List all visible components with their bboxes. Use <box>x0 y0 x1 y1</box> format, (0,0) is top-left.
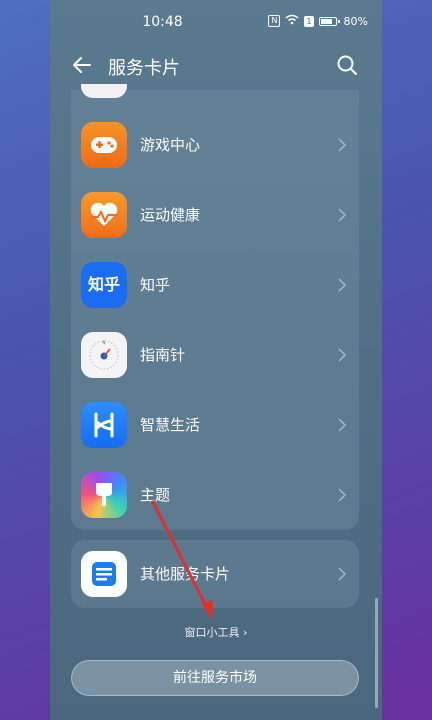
list-item-compass[interactable]: N 指南针 <box>71 320 359 390</box>
list-item-label: 知乎 <box>140 276 171 294</box>
list-item-label: 其他服务卡片 <box>140 565 231 583</box>
chevron-right-icon <box>338 278 347 292</box>
theme-brush-icon <box>81 472 127 518</box>
document-card-icon <box>81 551 127 597</box>
sim-icon: 1 <box>304 15 314 27</box>
search-icon[interactable] <box>336 54 358 76</box>
phone-screen: 10:48 N 1 80% 服务卡片 游戏中心 运动健康 知乎 知乎 N 指南针… <box>50 0 382 720</box>
service-card-list: 游戏中心 运动健康 知乎 知乎 N 指南针 智慧生活 主题 <box>71 84 359 530</box>
chevron-right-icon <box>338 567 347 581</box>
list-item-health[interactable]: 运动健康 <box>71 180 359 250</box>
list-item-game-center[interactable]: 游戏中心 <box>71 110 359 180</box>
other-service-cards-card: 其他服务卡片 <box>71 540 359 608</box>
list-item-label: 游戏中心 <box>140 136 201 154</box>
game-controller-icon <box>81 122 127 168</box>
zhihu-logo-icon: 知乎 <box>81 262 127 308</box>
heart-health-icon <box>81 192 127 238</box>
smart-life-icon <box>81 402 127 448</box>
nfc-icon: N <box>268 15 281 27</box>
page-title: 服务卡片 <box>108 58 180 79</box>
list-item-label: 智慧生活 <box>140 416 201 434</box>
list-item-label: 运动健康 <box>140 206 201 224</box>
list-item-label: 主题 <box>140 486 171 504</box>
chevron-right-icon <box>338 138 347 152</box>
list-item-smart-life[interactable]: 智慧生活 <box>71 390 359 460</box>
partial-list-item-icon <box>81 84 127 98</box>
back-arrow-icon[interactable] <box>70 53 94 77</box>
zhihu-logo-text: 知乎 <box>87 275 120 294</box>
chevron-right-icon <box>338 488 347 502</box>
battery-percent: 80% <box>343 14 368 28</box>
status-icons: N 1 80% <box>268 14 368 28</box>
chevron-right-icon <box>338 418 347 432</box>
status-time: 10:48 <box>142 14 183 30</box>
list-item-theme[interactable]: 主题 <box>71 460 359 530</box>
list-item-zhihu[interactable]: 知乎 知乎 <box>71 250 359 320</box>
battery-icon <box>318 16 340 26</box>
list-item-label: 指南针 <box>140 346 186 364</box>
wifi-icon <box>285 14 299 28</box>
list-item-other-cards[interactable]: 其他服务卡片 <box>71 539 359 609</box>
chevron-right-icon <box>338 348 347 362</box>
status-bar: 10:48 N 1 80% <box>50 0 382 44</box>
go-to-service-market-button[interactable]: 前往服务市场 <box>71 660 359 696</box>
window-widgets-link[interactable]: 窗口小工具 › <box>50 624 382 640</box>
chevron-right-icon <box>338 208 347 222</box>
scrollbar[interactable] <box>375 598 378 708</box>
svg-text:N: N <box>103 340 106 345</box>
compass-icon: N <box>81 332 127 378</box>
